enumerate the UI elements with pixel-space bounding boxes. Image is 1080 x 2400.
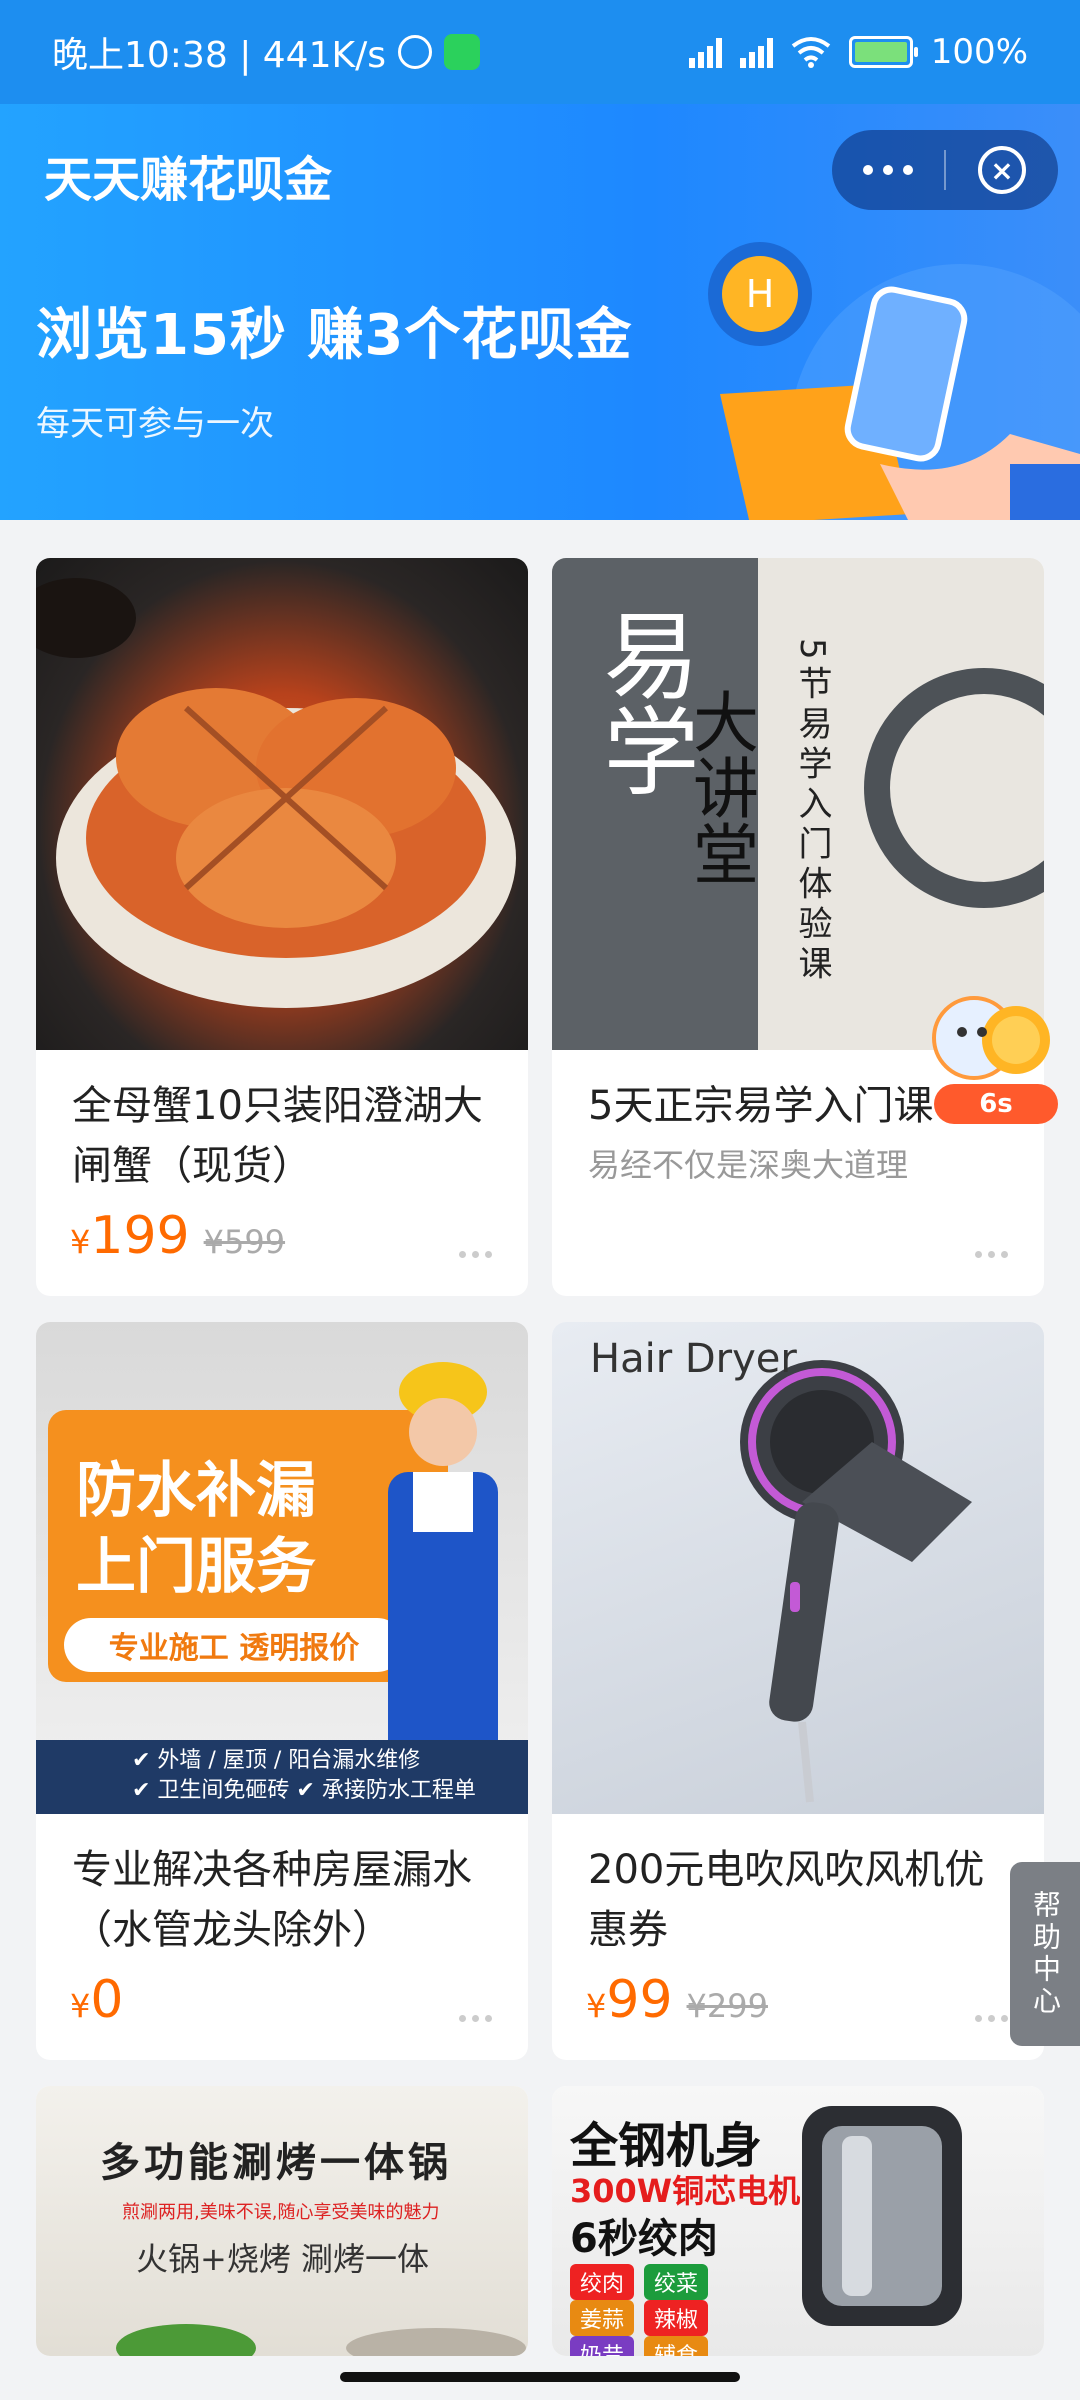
task-headline: 浏览15秒 赚3个花呗金: [36, 303, 633, 368]
more-options-icon[interactable]: [975, 2015, 1008, 2022]
status-time: 晚上10:38 | 441K/s: [52, 35, 386, 76]
product-card[interactable]: Hair Dryer 200元电吹风吹风机优惠券 ¥99 ¥299: [552, 1322, 1044, 2060]
product-image-waterproof: 防水补漏 上门服务 专业施工 透明报价 ✔ 外墙 / 屋顶 / 阳台漏水维修 ✔…: [36, 1322, 528, 1814]
product-info: 全母蟹10只装阳澄湖大闸蟹（现货） ¥199 ¥599: [36, 1050, 528, 1296]
product-info: 专业解决各种房屋漏水（水管龙头除外） ¥0: [36, 1814, 528, 2060]
pattern-ring-icon: [864, 668, 1044, 908]
dot-icon: [903, 165, 913, 175]
product-price: ¥0: [70, 1970, 124, 2030]
product-card[interactable]: 易学 大讲堂 5节易学入门体验课 5天正宗易学入门课 易经不仅是深奥大道理: [552, 558, 1044, 1296]
banner-illustration-icon: H: [708, 242, 1080, 520]
close-button[interactable]: ×: [946, 130, 1058, 210]
close-icon: ×: [978, 146, 1026, 194]
alarm-icon: [397, 35, 432, 69]
product-title: 200元电吹风吹风机优惠券: [588, 1847, 985, 1953]
product-image-hotpot: 多功能涮烤一体锅 煎涮两用,美味不误,随心享受美味的魅力 火锅+烧烤 涮烤一体: [36, 2086, 528, 2356]
page-title: 天天赚花呗金: [44, 152, 333, 208]
wifi-icon: [791, 37, 831, 68]
product-image-grinder: 全钢机身 300W铜芯电机 6秒绞肉 绞肉 绞菜 姜蒜 辣椒 奶昔 辅食: [552, 2086, 1044, 2356]
product-card[interactable]: 防水补漏 上门服务 专业施工 透明报价 ✔ 外墙 / 屋顶 / 阳台漏水维修 ✔…: [36, 1322, 528, 2060]
hair-dryer-icon: [740, 1360, 972, 1803]
image-text-course: 5节易学入门体验课: [792, 638, 832, 986]
miniapp-capsule: ×: [832, 130, 1058, 210]
signal-icon: [688, 36, 722, 68]
product-grid: 全母蟹10只装阳澄湖大闸蟹（现货） ¥199 ¥599 易学 大讲堂 5节易学入…: [36, 558, 1044, 2356]
product-subtitle: 易经不仅是深奥大道理: [588, 1146, 909, 1184]
image-text-line1: 防水补漏: [76, 1456, 316, 1526]
original-price: ¥299: [686, 1987, 768, 2025]
image-text-line2: 煎涮两用,美味不误,随心享受美味的魅力: [122, 2202, 440, 2223]
task-subline: 每天可参与一次: [36, 404, 274, 444]
image-text-line2: 上门服务: [76, 1532, 316, 1602]
more-button[interactable]: [832, 130, 944, 210]
header-banner: 天天赚花呗金 × 浏览15秒 赚3个花呗金 每天可参与一次 H: [0, 104, 1080, 520]
battery-level: 100%: [930, 32, 1028, 72]
coin-mascot-icon: [932, 996, 1050, 1080]
more-options-icon[interactable]: [459, 1251, 492, 1258]
dot-icon: [883, 165, 893, 175]
product-price: ¥199: [70, 1206, 190, 1266]
dot-icon: [863, 165, 873, 175]
signal-icon-2: [739, 36, 773, 68]
more-options-icon[interactable]: [459, 2015, 492, 2022]
meat-grinder-icon: [802, 2106, 962, 2326]
product-title: 全母蟹10只装阳澄湖大闸蟹（现货）: [72, 1083, 483, 1189]
product-image-hair-dryer: Hair Dryer: [552, 1322, 1044, 1814]
price-row: ¥99 ¥299: [586, 1970, 768, 2030]
status-bar: 晚上10:38 | 441K/s 100%: [0, 0, 1080, 104]
image-footer: ✔ 外墙 / 屋顶 / 阳台漏水维修 ✔ 卫生间免砸砖 ✔ 承接防水工程单: [36, 1740, 528, 1814]
price-row: ¥0: [70, 1970, 123, 2030]
product-card[interactable]: 多功能涮烤一体锅 煎涮两用,美味不误,随心享受美味的魅力 火锅+烧烤 涮烤一体: [36, 2086, 528, 2356]
worker-figure-icon: [388, 1362, 498, 1772]
product-price: ¥99: [586, 1970, 673, 2030]
help-center-tab[interactable]: 帮助中心: [1010, 1862, 1080, 2046]
more-options-icon[interactable]: [975, 1251, 1008, 1258]
price-row: ¥199 ¥599: [70, 1206, 285, 1266]
product-card[interactable]: 全钢机身 300W铜芯电机 6秒绞肉 绞肉 绞菜 姜蒜 辣椒 奶昔 辅食: [552, 2086, 1044, 2356]
product-card[interactable]: 全母蟹10只装阳澄湖大闸蟹（现货） ¥199 ¥599: [36, 558, 528, 1296]
battery-icon: [848, 36, 918, 68]
image-tag: 专业施工 透明报价: [64, 1618, 404, 1672]
countdown-badge: 6s: [934, 1084, 1058, 1124]
image-label: Hair Dryer: [590, 1336, 797, 1382]
product-image-crab: [36, 558, 528, 1050]
image-text-line3: 火锅+烧烤 涮烤一体: [136, 2240, 429, 2278]
image-text-line1: 多功能涮烤一体锅: [100, 2140, 452, 2186]
product-title: 专业解决各种房屋漏水（水管龙头除外）: [72, 1847, 472, 1953]
product-image-yixue: 易学 大讲堂 5节易学入门体验课: [552, 558, 1044, 1050]
image-text-hall: 大讲堂: [682, 688, 759, 886]
svg-text:H: H: [746, 272, 775, 316]
status-left: 晚上10:38 | 441K/s: [52, 26, 480, 78]
crab-image-icon: [36, 578, 516, 1008]
wechat-icon: [443, 34, 480, 70]
home-indicator[interactable]: [340, 2372, 740, 2382]
product-info: 200元电吹风吹风机优惠券 ¥99 ¥299: [552, 1814, 1044, 2060]
original-price: ¥599: [203, 1223, 286, 1261]
status-right: 100%: [688, 32, 1028, 72]
